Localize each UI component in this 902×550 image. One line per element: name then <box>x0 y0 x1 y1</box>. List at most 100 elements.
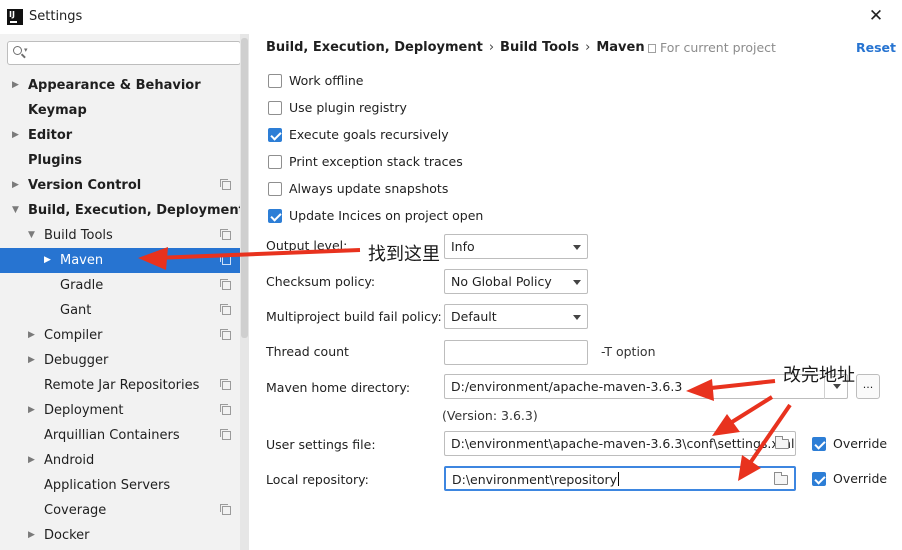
checkbox[interactable] <box>268 101 282 115</box>
breadcrumb: Build, Execution, Deployment › Build Tools… <box>266 40 645 55</box>
chevron-right-icon[interactable]: ▶ <box>28 323 35 348</box>
checkbox[interactable] <box>268 182 282 196</box>
breadcrumb-item[interactable]: Build Tools <box>500 40 579 55</box>
sidebar-item-maven[interactable]: ▶ Maven <box>0 248 240 273</box>
sidebar-item-label: Arquillian Containers <box>44 428 180 443</box>
sidebar-item-keymap[interactable]: Keymap <box>0 98 240 123</box>
chevron-right-icon[interactable]: ▶ <box>28 398 35 423</box>
override-checkbox[interactable] <box>812 472 826 486</box>
t-option-note: -T option <box>601 344 656 359</box>
sidebar-item-docker[interactable]: ▶ Docker <box>0 523 240 548</box>
chevron-right-icon[interactable]: ▶ <box>28 523 35 548</box>
checkbox[interactable] <box>268 128 282 142</box>
sidebar-item-deployment[interactable]: ▶ Deployment <box>0 398 240 423</box>
maven-home-browse-button[interactable]: ... <box>856 374 880 399</box>
sidebar-item-debugger[interactable]: ▶ Debugger <box>0 348 240 373</box>
sidebar-item-application-servers[interactable]: Application Servers <box>0 473 240 498</box>
local-repository-input[interactable]: D:\environment\repository <box>444 466 796 491</box>
project-scope-icon <box>648 44 656 53</box>
project-scope-icon <box>220 329 231 340</box>
sidebar-item-gradle[interactable]: Gradle <box>0 273 240 298</box>
project-scope-icon <box>220 404 231 415</box>
checkbox[interactable] <box>268 209 282 223</box>
title-bar: IJ Settings ✕ <box>0 0 902 34</box>
checksum-policy-select[interactable]: No Global Policy <box>444 269 588 294</box>
sidebar-item-arquillian-containers[interactable]: Arquillian Containers <box>0 423 240 448</box>
sidebar-item-gant[interactable]: Gant <box>0 298 240 323</box>
sidebar-item-appearance-behavior[interactable]: ▶ Appearance & Behavior <box>0 73 240 98</box>
chevron-right-icon[interactable]: ▶ <box>28 448 35 473</box>
checksum-policy-label: Checksum policy: <box>266 274 376 289</box>
chevron-right-icon[interactable]: ▶ <box>44 248 51 273</box>
folder-icon[interactable] <box>775 436 789 449</box>
user-settings-label: User settings file: <box>266 437 376 452</box>
chevron-right-icon[interactable]: ▶ <box>12 73 19 98</box>
chevron-right-icon[interactable]: ▶ <box>12 173 19 198</box>
override-checkbox[interactable] <box>812 437 826 451</box>
sidebar-item-label: Debugger <box>44 353 109 368</box>
chevron-down-icon[interactable]: ▼ <box>12 198 19 223</box>
chevron-right-icon[interactable]: ▶ <box>12 123 19 148</box>
sidebar-item-editor[interactable]: ▶ Editor <box>0 123 240 148</box>
output-level-label: Output level: <box>266 238 348 253</box>
sidebar-item-android[interactable]: ▶ Android <box>0 448 240 473</box>
sidebar-item-remote-jar-repositories[interactable]: Remote Jar Repositories <box>0 373 240 398</box>
folder-icon[interactable] <box>774 472 788 485</box>
reset-link[interactable]: Reset <box>856 40 896 55</box>
maven-settings-panel: Build, Execution, Deployment › Build Tools… <box>250 34 902 550</box>
project-scope-icon <box>220 179 231 190</box>
sidebar-item-coverage[interactable]: Coverage <box>0 498 240 523</box>
search-input[interactable] <box>35 44 235 62</box>
sidebar-item-label: Application Servers <box>44 478 171 493</box>
thread-count-label: Thread count <box>266 344 349 359</box>
multiproject-fail-label: Multiproject build fail policy: <box>266 309 442 324</box>
project-scope-icon <box>220 429 231 440</box>
sidebar-item-label: Maven <box>60 253 104 268</box>
sidebar-item-label: Coverage <box>44 503 107 518</box>
local-repository-label: Local repository: <box>266 472 369 487</box>
maven-home-label: Maven home directory: <box>266 380 411 395</box>
for-current-project: For current project <box>648 40 776 55</box>
chevron-down-icon <box>573 280 581 285</box>
breadcrumb-separator: › <box>488 40 495 55</box>
sidebar-item-label: Android <box>44 453 95 468</box>
search-icon <box>13 46 22 55</box>
project-scope-icon <box>220 229 231 240</box>
sidebar-scroll-thumb[interactable] <box>241 38 248 338</box>
close-icon[interactable]: ✕ <box>866 6 886 26</box>
multiproject-fail-select[interactable]: Default <box>444 304 588 329</box>
sidebar-item-label: Compiler <box>44 328 103 343</box>
project-scope-icon <box>220 254 231 265</box>
checkbox-label: Always update snapshots <box>289 181 449 196</box>
sidebar-item-label: Keymap <box>28 103 87 118</box>
sidebar-item-compiler[interactable]: ▶ Compiler <box>0 323 240 348</box>
chevron-right-icon[interactable]: ▶ <box>28 348 35 373</box>
thread-count-input[interactable] <box>444 340 588 365</box>
sidebar-item-version-control[interactable]: ▶ Version Control <box>0 173 240 198</box>
sidebar-item-label: Build, Execution, Deployment <box>28 203 245 218</box>
sidebar-item-label: Version Control <box>28 178 142 193</box>
project-scope-icon <box>220 304 231 315</box>
intellij-logo-icon: IJ <box>7 9 23 25</box>
user-settings-input[interactable]: D:\environment\apache-maven-3.6.3\conf\s… <box>444 431 796 456</box>
chevron-down-icon[interactable]: ▼ <box>28 223 35 248</box>
checkbox[interactable] <box>268 74 282 88</box>
breadcrumb-item: Maven <box>596 40 645 55</box>
settings-sidebar: ▾ ▶ Appearance & Behavior Keymap ▶ Editor Plu… <box>0 34 249 550</box>
sidebar-item-label: Docker <box>44 528 90 543</box>
sidebar-item-label: Deployment <box>44 403 124 418</box>
annotation-find-here: 找到这里 <box>368 244 440 265</box>
output-level-select[interactable]: Info <box>444 234 588 259</box>
window-title: Settings <box>29 9 83 24</box>
checkbox-label: Print exception stack traces <box>289 154 463 169</box>
sidebar-item-build-tools[interactable]: ▼ Build Tools <box>0 223 240 248</box>
search-dropdown-icon[interactable]: ▾ <box>24 46 28 54</box>
sidebar-item-label: Plugins <box>28 153 82 168</box>
sidebar-item-build-execution-deployment[interactable]: ▼ Build, Execution, Deployment <box>0 198 245 223</box>
maven-version-note: (Version: 3.6.3) <box>442 408 538 423</box>
sidebar-item-label: Remote Jar Repositories <box>44 378 200 393</box>
sidebar-item-plugins[interactable]: Plugins <box>0 148 240 173</box>
checkbox[interactable] <box>268 155 282 169</box>
settings-search[interactable]: ▾ <box>7 41 241 65</box>
breadcrumb-item[interactable]: Build, Execution, Deployment <box>266 40 483 55</box>
